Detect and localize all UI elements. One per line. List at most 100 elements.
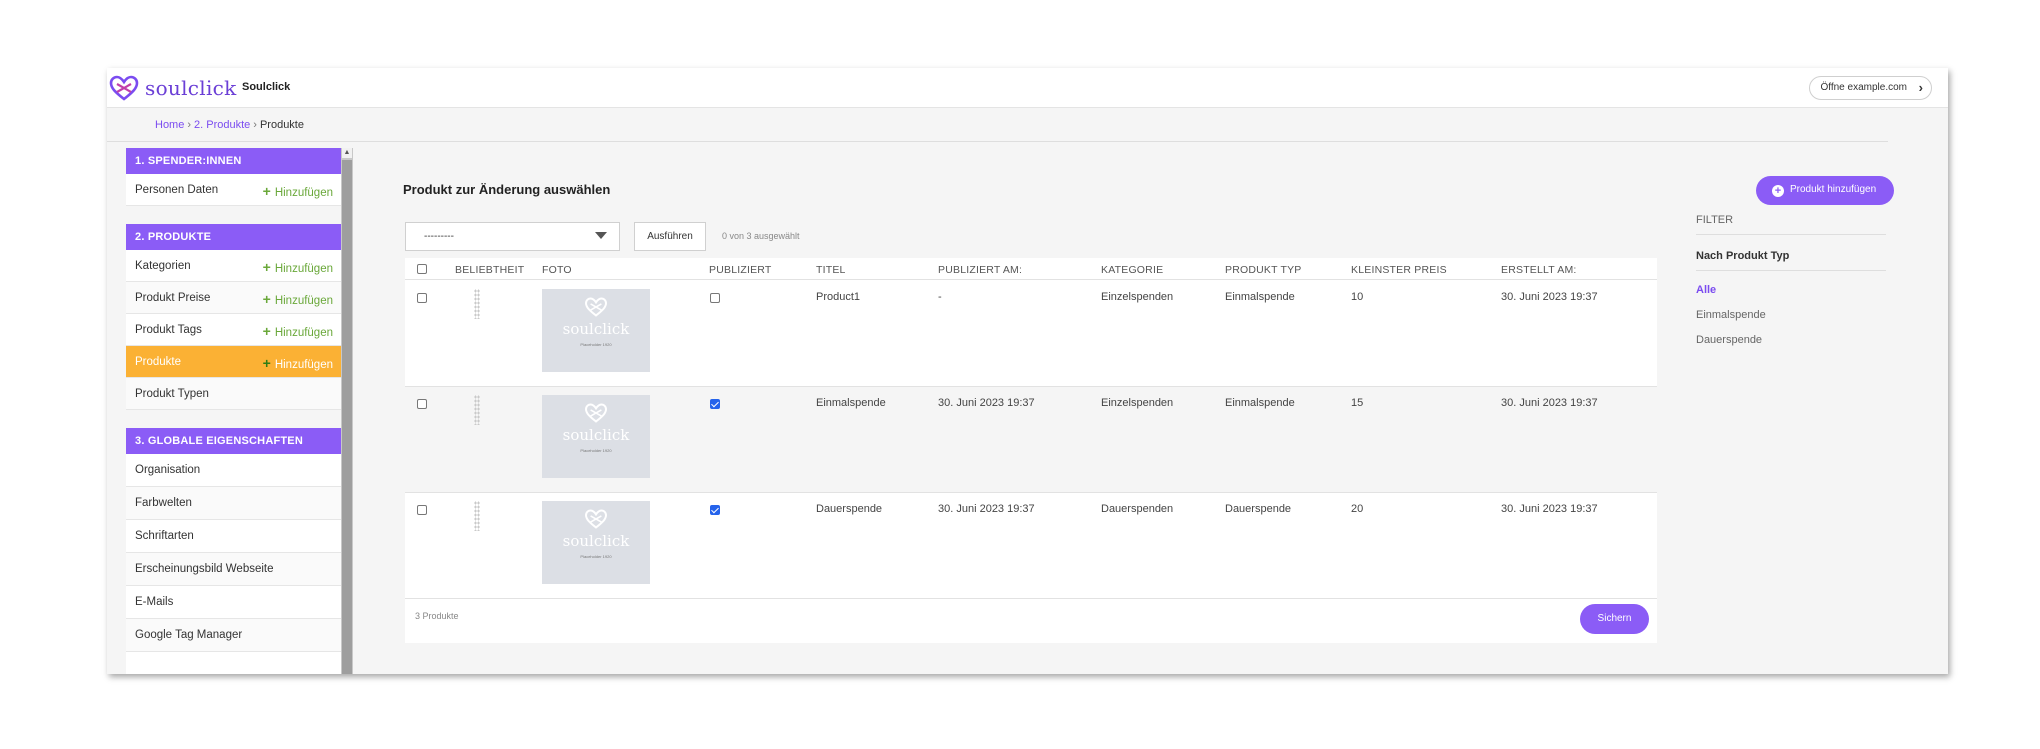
placeholder-caption: Placeholder 1920: [580, 342, 612, 347]
site-name[interactable]: Soulclick: [242, 81, 290, 93]
cell-created-at: 30. Juni 2023 19:37: [1501, 397, 1598, 409]
chevron-right-icon: ›: [1918, 80, 1923, 95]
cell-category: Einzelspenden: [1101, 397, 1174, 409]
add-link[interactable]: + Hinzufügen: [263, 323, 333, 339]
sidebar-item-produkt-tags[interactable]: Produkt Tags + Hinzufügen: [126, 314, 341, 346]
column-titel[interactable]: TITEL: [816, 264, 846, 276]
top-bar: soulclick Soulclick Öffne example.com ›: [107, 68, 1948, 108]
cell-title[interactable]: Einmalspende: [816, 397, 886, 409]
select-all-checkbox[interactable]: [417, 264, 427, 274]
add-label: Hinzufügen: [274, 263, 333, 275]
cell-category: Dauerspenden: [1101, 503, 1174, 515]
sidebar-item-farbwelten[interactable]: Farbwelten: [126, 487, 341, 520]
run-action-button[interactable]: Ausführen: [634, 222, 706, 251]
product-photo[interactable]: soulclick Placeholder 1920: [542, 395, 650, 478]
sidebar-item-schriftarten[interactable]: Schriftarten: [126, 520, 341, 553]
filter-option-einmalspende[interactable]: Einmalspende: [1696, 309, 1886, 321]
table-row[interactable]: soulclick Placeholder 1920 Einmalspende …: [405, 387, 1657, 493]
sidebar-item-produkt-preise[interactable]: Produkt Preise + Hinzufügen: [126, 282, 341, 314]
row-select-checkbox[interactable]: [417, 399, 427, 409]
sidebar-item-label: Google Tag Manager: [135, 629, 243, 641]
sidebar-item-label: Produkt Typen: [135, 388, 209, 400]
row-select-checkbox[interactable]: [417, 505, 427, 515]
column-produkt-typ[interactable]: PRODUKT TYP: [1225, 264, 1302, 276]
add-link[interactable]: + Hinzufügen: [263, 355, 333, 371]
table-header: BELIEBTHEIT FOTO PUBLIZIERT TITEL PUBLIZ…: [405, 258, 1657, 280]
action-select[interactable]: ---------: [405, 222, 620, 251]
cell-created-at: 30. Juni 2023 19:37: [1501, 291, 1598, 303]
row-select-checkbox[interactable]: [417, 293, 427, 303]
open-site-label: Öffne example.com: [1820, 82, 1907, 93]
sidebar-item-kategorien[interactable]: Kategorien + Hinzufügen: [126, 250, 341, 282]
cell-created-at: 30. Juni 2023 19:37: [1501, 503, 1598, 515]
sidebar-item-produkte[interactable]: Produkte + Hinzufügen: [126, 346, 341, 378]
sidebar-item-label: Produkte: [135, 356, 182, 368]
column-foto[interactable]: FOTO: [542, 264, 572, 276]
sidebar-scrollbar[interactable]: ▲: [341, 148, 353, 674]
add-label: Hinzufügen: [274, 187, 333, 199]
filter-option-alle[interactable]: Alle: [1696, 284, 1886, 296]
plus-circle-icon: +: [1772, 185, 1784, 197]
sidebar-section-produkte: 2. PRODUKTE: [126, 224, 341, 250]
breadcrumb-separator: ›: [187, 119, 192, 131]
column-kategorie[interactable]: KATEGORIE: [1101, 264, 1163, 276]
breadcrumb-home[interactable]: Home: [155, 119, 184, 131]
breadcrumb-section[interactable]: 2. Produkte: [194, 119, 250, 131]
product-photo[interactable]: soulclick Placeholder 1920: [542, 501, 650, 584]
placeholder-wordmark: soulclick: [562, 532, 630, 550]
open-site-button[interactable]: Öffne example.com ›: [1809, 76, 1932, 100]
column-publiziert[interactable]: PUBLIZIERT: [709, 264, 772, 276]
drag-handle-icon[interactable]: [474, 395, 480, 425]
save-button[interactable]: Sichern: [1580, 604, 1649, 634]
filter-subtitle: Nach Produkt Typ: [1696, 250, 1886, 271]
add-link[interactable]: + Hinzufügen: [263, 291, 333, 307]
scrollbar-thumb[interactable]: [342, 160, 352, 674]
sidebar-item-organisation[interactable]: Organisation: [126, 454, 341, 487]
column-beliebtheit[interactable]: BELIEBTHEIT: [455, 264, 524, 276]
filter-option-dauerspende[interactable]: Dauerspende: [1696, 334, 1886, 346]
sidebar-item-label: Kategorien: [135, 260, 191, 272]
cell-min-price: 15: [1351, 397, 1364, 409]
sidebar-item-personen-daten[interactable]: Personen Daten + Hinzufügen: [126, 174, 341, 206]
sidebar-item-label: Erscheinungsbild Webseite: [135, 563, 274, 575]
sidebar-item-e-mails[interactable]: E-Mails: [126, 586, 341, 619]
product-photo[interactable]: soulclick Placeholder 1920: [542, 289, 650, 372]
column-erstellt-am[interactable]: ERSTELLT AM:: [1501, 264, 1577, 276]
add-link[interactable]: + Hinzufügen: [263, 183, 333, 199]
cell-min-price: 10: [1351, 291, 1364, 303]
table-row[interactable]: soulclick Placeholder 1920 Product1 - Ei…: [405, 281, 1657, 387]
filter-title: FILTER: [1696, 214, 1886, 235]
plus-icon: +: [262, 291, 271, 307]
drag-handle-icon[interactable]: [474, 289, 480, 319]
heart-placeholder-icon: [584, 403, 608, 423]
products-table: BELIEBTHEIT FOTO PUBLIZIERT TITEL PUBLIZ…: [405, 258, 1657, 643]
published-checkbox[interactable]: [710, 293, 720, 303]
sidebar-item-produkt-typen[interactable]: Produkt Typen: [126, 378, 341, 410]
sidebar-item-label: Personen Daten: [135, 184, 219, 196]
cell-min-price: 20: [1351, 503, 1364, 515]
column-publiziert-am[interactable]: PUBLIZIERT AM:: [938, 264, 1022, 276]
filter-panel: FILTER Nach Produkt Typ Alle Einmalspend…: [1696, 214, 1886, 346]
cell-title[interactable]: Product1: [816, 291, 860, 303]
placeholder-caption: Placeholder 1920: [580, 554, 612, 559]
result-count: 3 Produkte: [415, 611, 459, 621]
sidebar-section-globale-eigenschaften: 3. GLOBALE EIGENSCHAFTEN: [126, 428, 341, 454]
published-checkbox[interactable]: [710, 399, 720, 409]
scroll-up-arrow-icon[interactable]: ▲: [342, 148, 352, 158]
column-kleinster-preis[interactable]: KLEINSTER PREIS: [1351, 264, 1447, 276]
add-product-label: Produkt hinzufügen: [1790, 184, 1877, 195]
logo[interactable]: soulclick: [109, 75, 237, 101]
plus-icon: +: [262, 323, 271, 339]
sidebar-item-google-tag-manager[interactable]: Google Tag Manager: [126, 619, 341, 652]
drag-handle-icon[interactable]: [474, 501, 480, 531]
cell-title[interactable]: Dauerspende: [816, 503, 882, 515]
cell-published-at: 30. Juni 2023 19:37: [938, 503, 1035, 515]
add-product-button[interactable]: + Produkt hinzufügen: [1756, 176, 1894, 205]
sidebar-item-erscheinungsbild-webseite[interactable]: Erscheinungsbild Webseite: [126, 553, 341, 586]
selected-count: 0 von 3 ausgewählt: [722, 231, 800, 241]
add-label: Hinzufügen: [274, 295, 333, 307]
table-row[interactable]: soulclick Placeholder 1920 Dauerspende 3…: [405, 493, 1657, 599]
add-link[interactable]: + Hinzufügen: [263, 259, 333, 275]
cell-published-at: 30. Juni 2023 19:37: [938, 397, 1035, 409]
published-checkbox[interactable]: [710, 505, 720, 515]
